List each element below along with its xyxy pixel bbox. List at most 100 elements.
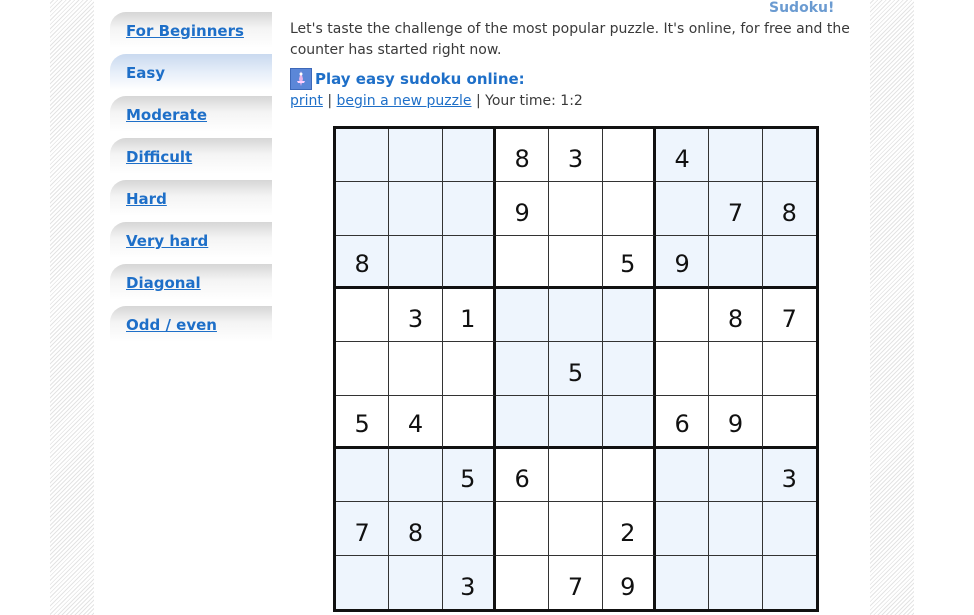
sudoku-cell-r9-c7[interactable] [655, 555, 710, 609]
timer-value: 1:2 [560, 93, 583, 109]
sudoku-cell-r8-c4[interactable] [495, 502, 550, 556]
sudoku-cell-r3-c1[interactable]: 8 [336, 235, 390, 289]
sudoku-cell-r8-c6[interactable]: 2 [602, 502, 656, 556]
sudoku-cell-r9-c8[interactable] [709, 555, 763, 609]
sidebar-item-label: Easy [126, 64, 166, 82]
sudoku-cell-r4-c9[interactable]: 7 [762, 288, 816, 343]
sudoku-cell-r2-c6[interactable] [602, 182, 656, 236]
sudoku-cell-r7-c4[interactable]: 6 [495, 448, 550, 503]
sudoku-cell-r2-c8[interactable]: 7 [709, 182, 763, 236]
sudoku-cell-r6-c4[interactable] [495, 395, 550, 449]
sudoku-cell-r2-c5[interactable] [549, 182, 603, 236]
sudoku-cell-r3-c6[interactable]: 5 [602, 235, 656, 289]
sidebar-item-very-hard[interactable]: Very hard [110, 222, 272, 258]
print-link[interactable]: print [290, 93, 323, 109]
sudoku-cell-r3-c8[interactable] [709, 235, 763, 289]
sidebar-item-for-beginners[interactable]: For Beginners [110, 12, 272, 48]
sudoku-cell-r3-c3[interactable] [442, 235, 496, 289]
sudoku-cell-r3-c5[interactable] [549, 235, 603, 289]
sudoku-cell-r8-c2[interactable]: 8 [389, 502, 443, 556]
sudoku-cell-r6-c6[interactable] [602, 395, 656, 449]
sudoku-cell-r7-c9[interactable]: 3 [762, 448, 816, 503]
play-heading: Play easy sudoku online: [315, 70, 525, 88]
sudoku-cell-r8-c1[interactable]: 7 [336, 502, 390, 556]
sudoku-cell-r5-c4[interactable] [495, 342, 550, 396]
sudoku-cell-r8-c5[interactable] [549, 502, 603, 556]
sudoku-cell-r8-c7[interactable] [655, 502, 710, 556]
sudoku-cell-r9-c6[interactable]: 9 [602, 555, 656, 609]
sidebar-item-easy[interactable]: Easy [110, 54, 272, 90]
sudoku-cell-r7-c2[interactable] [389, 448, 443, 503]
sudoku-cell-r1-c3[interactable] [442, 129, 496, 183]
sudoku-cell-r4-c6[interactable] [602, 288, 656, 343]
sidebar-item-moderate[interactable]: Moderate [110, 96, 272, 132]
sudoku-cell-r8-c3[interactable] [442, 502, 496, 556]
sidebar-item-diagonal[interactable]: Diagonal [110, 264, 272, 300]
play-heading-row: Play easy sudoku online: [290, 67, 525, 91]
sudoku-cell-r8-c9[interactable] [762, 502, 816, 556]
sudoku-cell-r9-c1[interactable] [336, 555, 390, 609]
sudoku-cell-r5-c1[interactable] [336, 342, 390, 396]
sudoku-cell-r6-c7[interactable]: 6 [655, 395, 710, 449]
sudoku-cell-r1-c9[interactable] [762, 129, 816, 183]
sudoku-cell-r1-c1[interactable] [336, 129, 390, 183]
sudoku-cell-r5-c8[interactable] [709, 342, 763, 396]
sudoku-cell-r6-c3[interactable] [442, 395, 496, 449]
new-puzzle-link[interactable]: begin a new puzzle [337, 93, 472, 109]
sidebar-item-label: Odd / even [126, 316, 217, 334]
sudoku-cell-r7-c6[interactable] [602, 448, 656, 503]
sudoku-cell-r7-c8[interactable] [709, 448, 763, 503]
sidebar-item-hard[interactable]: Hard [110, 180, 272, 216]
sudoku-cell-r4-c7[interactable] [655, 288, 710, 343]
timer-label: Your time: [485, 93, 556, 109]
sudoku-cell-r4-c1[interactable] [336, 288, 390, 343]
sudoku-cell-r5-c6[interactable] [602, 342, 656, 396]
sudoku-cell-r5-c9[interactable] [762, 342, 816, 396]
sudoku-cell-r3-c7[interactable]: 9 [655, 235, 710, 289]
sudoku-cell-r5-c2[interactable] [389, 342, 443, 396]
sudoku-cell-r7-c7[interactable] [655, 448, 710, 503]
sudoku-cell-r3-c4[interactable] [495, 235, 550, 289]
sudoku-cell-r6-c5[interactable] [549, 395, 603, 449]
sudoku-cell-r9-c2[interactable] [389, 555, 443, 609]
sudoku-cell-r4-c5[interactable] [549, 288, 603, 343]
sudoku-cell-r7-c5[interactable] [549, 448, 603, 503]
sudoku-grid: 834978859318755469563782379 [333, 126, 819, 612]
sudoku-cell-r2-c7[interactable] [655, 182, 710, 236]
sudoku-cell-r6-c9[interactable] [762, 395, 816, 449]
sidebar-item-odd-even[interactable]: Odd / even [110, 306, 272, 342]
sudoku-cell-r5-c3[interactable] [442, 342, 496, 396]
sidebar-item-difficult[interactable]: Difficult [110, 138, 272, 174]
sudoku-cell-r1-c6[interactable] [602, 129, 656, 183]
sudoku-cell-r2-c9[interactable]: 8 [762, 182, 816, 236]
sudoku-cell-r3-c9[interactable] [762, 235, 816, 289]
sudoku-cell-r1-c4[interactable]: 8 [495, 129, 550, 183]
sudoku-cell-r4-c2[interactable]: 3 [389, 288, 443, 343]
separator: | [327, 93, 333, 109]
sudoku-cell-r1-c8[interactable] [709, 129, 763, 183]
sudoku-cell-r7-c1[interactable] [336, 448, 390, 503]
sudoku-cell-r2-c1[interactable] [336, 182, 390, 236]
sudoku-cell-r1-c7[interactable]: 4 [655, 129, 710, 183]
sudoku-cell-r2-c3[interactable] [442, 182, 496, 236]
sudoku-cell-r2-c4[interactable]: 9 [495, 182, 550, 236]
sudoku-cell-r6-c8[interactable]: 9 [709, 395, 763, 449]
sudoku-cell-r5-c5[interactable]: 5 [549, 342, 603, 396]
left-decorative-stripe [50, 0, 94, 615]
sudoku-cell-r2-c2[interactable] [389, 182, 443, 236]
sudoku-cell-r3-c2[interactable] [389, 235, 443, 289]
sudoku-cell-r7-c3[interactable]: 5 [442, 448, 496, 503]
sudoku-cell-r8-c8[interactable] [709, 502, 763, 556]
sudoku-cell-r9-c5[interactable]: 7 [549, 555, 603, 609]
sudoku-cell-r9-c3[interactable]: 3 [442, 555, 496, 609]
sudoku-cell-r4-c8[interactable]: 8 [709, 288, 763, 343]
sudoku-cell-r1-c2[interactable] [389, 129, 443, 183]
sudoku-cell-r5-c7[interactable] [655, 342, 710, 396]
sudoku-cell-r6-c2[interactable]: 4 [389, 395, 443, 449]
sudoku-cell-r9-c4[interactable] [495, 555, 550, 609]
sudoku-cell-r6-c1[interactable]: 5 [336, 395, 390, 449]
sudoku-cell-r4-c3[interactable]: 1 [442, 288, 496, 343]
sudoku-cell-r9-c9[interactable] [762, 555, 816, 609]
sudoku-cell-r4-c4[interactable] [495, 288, 550, 343]
sudoku-cell-r1-c5[interactable]: 3 [549, 129, 603, 183]
